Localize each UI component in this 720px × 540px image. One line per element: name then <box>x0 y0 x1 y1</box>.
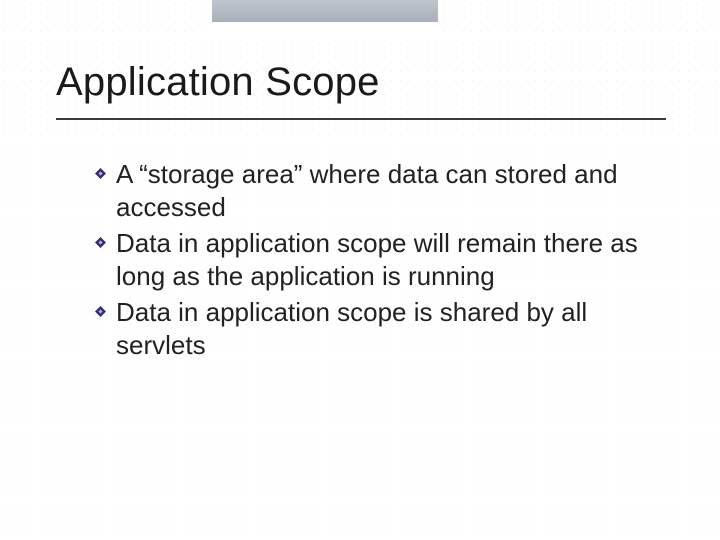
diamond-bullet-icon <box>94 167 107 180</box>
bullet-list: A “storage area” where data can stored a… <box>94 158 654 365</box>
list-item: A “storage area” where data can stored a… <box>94 158 654 223</box>
top-accent-bar <box>212 0 438 22</box>
list-item-text: Data in application scope is shared by a… <box>116 297 587 360</box>
list-item: Data in application scope is shared by a… <box>94 296 654 361</box>
title-underline <box>56 118 666 120</box>
grid-texture <box>0 0 210 40</box>
diamond-bullet-icon <box>94 305 107 318</box>
grid-texture <box>440 0 720 40</box>
diamond-bullet-icon <box>94 236 107 249</box>
list-item-text: Data in application scope will remain th… <box>116 228 638 291</box>
list-item-text: A “storage area” where data can stored a… <box>116 159 618 222</box>
list-item: Data in application scope will remain th… <box>94 227 654 292</box>
slide-title: Application Scope <box>56 60 380 105</box>
slide: Application Scope A “storage area” where… <box>0 0 720 540</box>
